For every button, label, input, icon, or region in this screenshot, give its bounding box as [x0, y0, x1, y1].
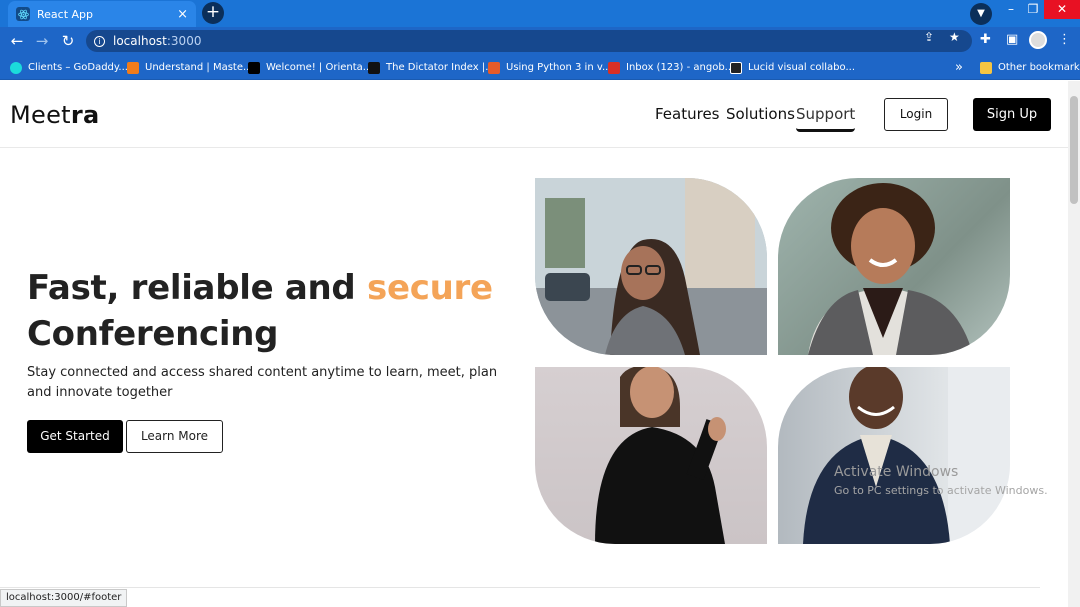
bookmark-item[interactable]: Understand | Maste...: [127, 55, 253, 80]
profile-avatar[interactable]: [1029, 31, 1047, 49]
tab-title: React App: [37, 7, 94, 21]
get-started-button[interactable]: Get Started: [27, 420, 123, 453]
react-favicon-icon: [16, 7, 30, 21]
photo-woman-curly-hair: [778, 178, 1010, 355]
url-port: :3000: [166, 34, 202, 48]
window-close-button[interactable]: ✕: [1044, 0, 1080, 19]
share-icon[interactable]: ⇪: [924, 30, 934, 44]
maximize-button[interactable]: ❐: [1022, 0, 1044, 19]
bookmark-favicon-icon: [730, 61, 742, 74]
bookmark-favicon-icon: [248, 61, 260, 74]
minimize-button[interactable]: –: [1000, 0, 1022, 19]
bookmark-favicon-icon: [368, 61, 380, 74]
bookmark-favicon-icon: [127, 61, 139, 74]
photo-woman-sweater: [535, 367, 767, 544]
address-bar[interactable]: i localhost:3000: [86, 30, 972, 52]
site-header: Meetra Features Solutions Support Login …: [0, 81, 1068, 148]
forward-arrow-icon[interactable]: →: [33, 32, 51, 50]
photo-man-cardigan: [778, 367, 1010, 544]
activate-windows-title: Activate Windows: [834, 464, 959, 480]
more-bookmarks-button[interactable]: »: [955, 55, 963, 80]
hero-title-accent: secure: [367, 268, 493, 308]
browser-tab-strip: React App × + ▼ – ❐ ✕: [0, 0, 1080, 27]
reload-icon[interactable]: ↻: [59, 32, 77, 50]
extensions-icon[interactable]: ✚: [980, 32, 991, 47]
browser-toolbar: ← → ↻ i localhost:3000 ⇪ ★: [0, 27, 1080, 55]
other-bookmarks-folder[interactable]: Other bookmarks: [980, 55, 1080, 80]
bookmark-item[interactable]: Using Python 3 in v...: [488, 55, 612, 80]
tab-search-button[interactable]: ▼: [970, 3, 992, 25]
learn-more-button[interactable]: Learn More: [126, 420, 223, 453]
bookmarks-bar: Clients – GoDaddy... Understand | Maste.…: [0, 55, 1080, 80]
bookmark-favicon-icon: [10, 61, 22, 74]
site-logo[interactable]: Meetra: [10, 101, 100, 129]
section-divider: [0, 587, 1040, 588]
tab-close-icon[interactable]: ×: [177, 7, 188, 22]
bookmark-favicon-icon: [488, 61, 500, 74]
browser-tab[interactable]: React App ×: [8, 1, 196, 27]
nav-link-support[interactable]: Support: [796, 105, 856, 132]
menu-kebab-icon[interactable]: ⋮: [1058, 32, 1071, 47]
bookmark-item[interactable]: Clients – GoDaddy...: [10, 55, 128, 80]
page-scrollbar[interactable]: [1068, 81, 1080, 607]
bookmark-favicon-icon: [608, 61, 620, 74]
url-host: localhost: [113, 34, 167, 48]
side-panel-icon[interactable]: ▣: [1006, 32, 1018, 47]
new-tab-button[interactable]: +: [202, 2, 224, 24]
nav-link-solutions[interactable]: Solutions: [726, 105, 795, 123]
signup-button[interactable]: Sign Up: [973, 98, 1051, 131]
folder-icon: [980, 61, 992, 74]
scrollbar-thumb[interactable]: [1070, 96, 1078, 204]
nav-link-features[interactable]: Features: [655, 105, 720, 123]
back-arrow-icon[interactable]: ←: [8, 32, 26, 50]
hero-subtitle: Stay connected and access shared content…: [27, 365, 498, 400]
hero-title: Fast, reliable and secure Conferencing: [27, 268, 493, 354]
status-bar-url: localhost:3000/#footer: [0, 589, 128, 607]
page-viewport: Meetra Features Solutions Support Login …: [0, 81, 1068, 607]
bookmark-item[interactable]: The Dictator Index |...: [368, 55, 495, 80]
bookmark-item[interactable]: Lucid visual collabo...: [730, 55, 855, 80]
activate-windows-subtitle: Go to PC settings to activate Windows.: [834, 484, 1048, 497]
site-info-icon[interactable]: i: [94, 35, 105, 47]
bookmark-item[interactable]: Inbox (123) - angob...: [608, 55, 734, 80]
bookmark-star-icon[interactable]: ★: [949, 30, 960, 44]
photo-woman-street: [535, 178, 767, 355]
bookmark-item[interactable]: Welcome! | Orienta...: [248, 55, 372, 80]
login-button[interactable]: Login: [884, 98, 948, 131]
